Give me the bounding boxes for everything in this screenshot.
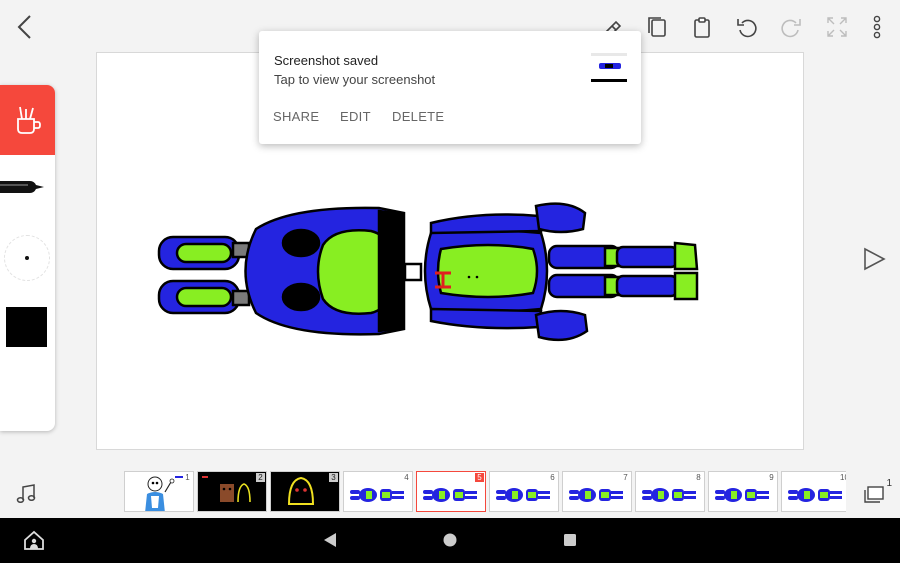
frame-number: 8 (694, 473, 703, 482)
frame-number: 10 (840, 473, 846, 482)
robot-thumbnail (788, 488, 842, 502)
undo-button[interactable] (732, 12, 762, 42)
frame-thumbnail[interactable]: 3 (270, 471, 340, 512)
frame-number: 5 (475, 473, 484, 482)
fullscreen-button[interactable] (822, 12, 852, 42)
screenshot-toast[interactable]: Screenshot saved Tap to view your screen… (259, 31, 641, 144)
system-nav-bar (0, 518, 900, 563)
frame-number: 2 (256, 473, 265, 482)
redo-icon (781, 19, 801, 38)
back-button[interactable] (8, 10, 40, 44)
nav-back-button[interactable] (320, 530, 340, 550)
layers-button[interactable]: 1 (860, 478, 892, 510)
layers-icon (864, 486, 884, 503)
paste-frame-button[interactable] (687, 12, 717, 42)
clipboard-icon (694, 17, 710, 38)
color-swatch[interactable] (6, 307, 47, 347)
frame-thumbnail[interactable]: 4 (343, 471, 413, 512)
frame-thumbnail-active[interactable]: 5 (416, 471, 486, 512)
music-note-icon (16, 484, 36, 504)
frame-number: 7 (621, 473, 630, 482)
nav-back-icon (324, 533, 336, 547)
nav-recents-icon (564, 534, 576, 546)
brush-selector-button[interactable] (0, 85, 55, 155)
frame-number: 1 (183, 473, 192, 482)
fullscreen-icon (827, 17, 847, 37)
nav-home-button[interactable] (440, 530, 460, 550)
layer-count: 1 (886, 478, 892, 489)
brush-cup-icon (16, 106, 41, 134)
music-button[interactable] (12, 480, 40, 508)
frame-filmstrip[interactable]: 1 2 3 4 5 6 7 8 9 10 (124, 471, 846, 513)
more-vert-icon (873, 15, 881, 39)
frame-thumbnail[interactable]: 9 (708, 471, 778, 512)
pen-tool[interactable] (0, 167, 55, 207)
redo-button[interactable] (776, 12, 806, 42)
nav-home-icon (443, 533, 457, 547)
frame-number: 3 (329, 473, 338, 482)
frame-number: 9 (767, 473, 776, 482)
delete-button[interactable]: DELETE (392, 109, 444, 124)
home-app-button[interactable] (22, 528, 46, 552)
edit-button[interactable]: EDIT (340, 109, 371, 124)
copy-icon (648, 17, 666, 37)
frame-thumbnail[interactable]: 2 (197, 471, 267, 512)
frame-thumbnail[interactable]: 1 (124, 471, 194, 512)
brush-size-dial[interactable] (4, 235, 50, 281)
frame-thumbnail[interactable]: 6 (489, 471, 559, 512)
screenshot-thumbnail[interactable] (591, 49, 627, 85)
frame-thumbnail[interactable]: 8 (635, 471, 705, 512)
frame-thumbnail[interactable]: 7 (562, 471, 632, 512)
home-person-icon (24, 530, 44, 550)
back-icon (17, 15, 31, 39)
toast-subtitle[interactable]: Tap to view your screenshot (274, 72, 435, 87)
frame-thumbnail[interactable]: 10 (781, 471, 846, 512)
frame-number: 4 (402, 473, 411, 482)
brush-size-dot (25, 256, 29, 260)
copy-frame-button[interactable] (642, 12, 672, 42)
play-icon (864, 247, 886, 271)
undo-icon (737, 19, 757, 38)
share-button[interactable]: SHARE (273, 109, 319, 124)
frame-number: 6 (548, 473, 557, 482)
tool-panel (0, 85, 55, 431)
play-button[interactable] (858, 243, 890, 275)
nav-recents-button[interactable] (560, 530, 580, 550)
pen-icon (0, 181, 44, 193)
more-options-button[interactable] (862, 12, 892, 42)
toast-title: Screenshot saved (274, 53, 379, 68)
